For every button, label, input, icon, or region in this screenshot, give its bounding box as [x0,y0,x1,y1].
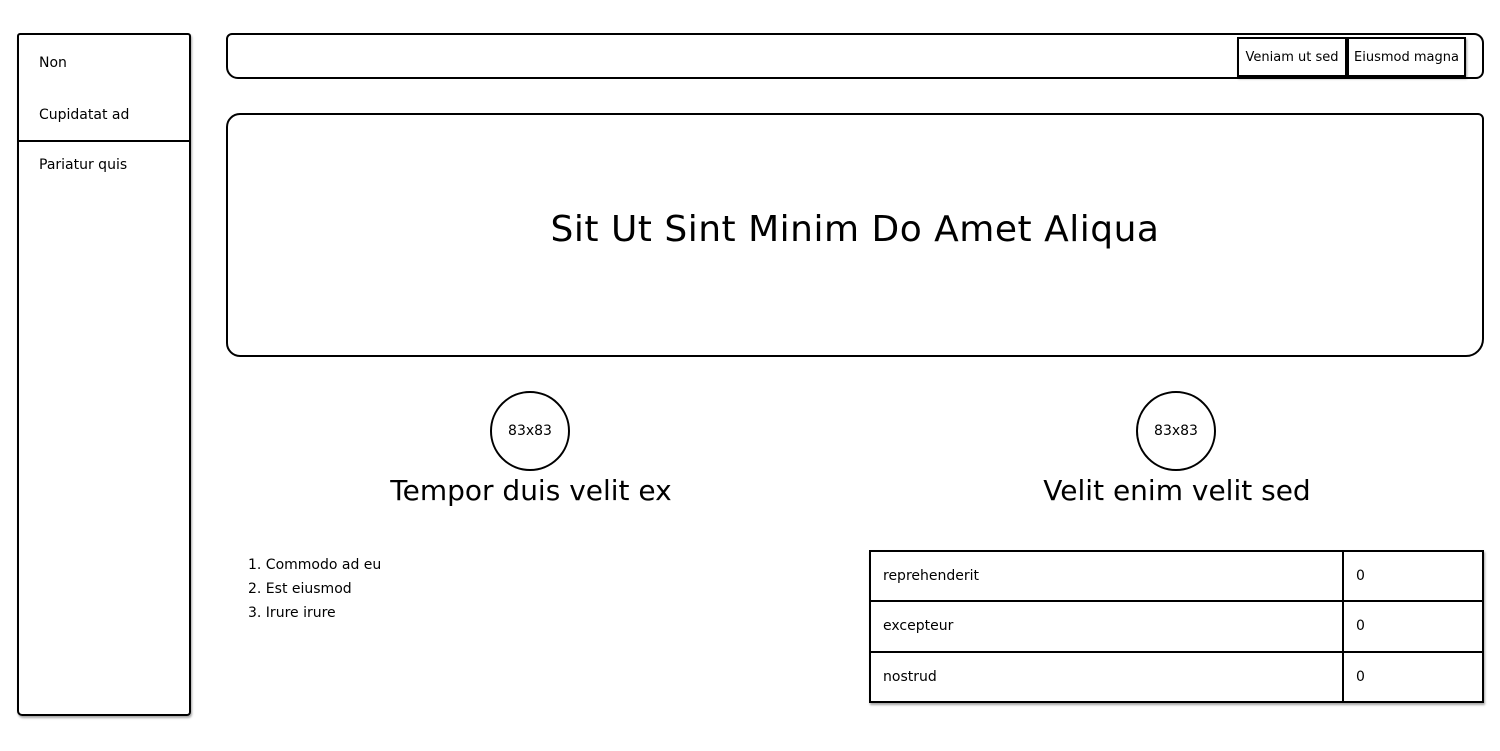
data-table: reprehenderit 0 excepteur 0 nostrud 0 [869,549,1484,704]
feature-image-placeholder: 83x83 [1136,391,1216,471]
table-cell-value: 0 [1342,650,1484,704]
list-item: 3. Irure irure [248,605,336,621]
top-navbar: Veniam ut sed Eiusmod magna [226,33,1484,79]
eiusmod-magna-button[interactable]: Eiusmod magna [1347,37,1466,77]
table-row: reprehenderit 0 [869,549,1484,603]
table-row: excepteur 0 [869,600,1484,653]
hero-banner: Sit Ut Sint Minim Do Amet Aliqua [226,113,1484,357]
ordered-list: 1. Commodo ad eu 2. Est eiusmod 3. Irure… [248,553,381,625]
table-cell-value: 0 [1342,600,1484,653]
table-cell-value: 0 [1342,549,1484,603]
sidebar-item-pariatur-quis[interactable]: Pariatur quis [39,157,127,173]
veniam-ut-sed-button[interactable]: Veniam ut sed [1237,37,1347,77]
table-cell-name: excepteur [869,600,1344,653]
feature-title: Tempor duis velit ex [390,474,672,507]
sidebar-item-cupidatat-ad[interactable]: Cupidatat ad [39,107,129,123]
image-size-label: 83x83 [508,423,552,439]
feature-title: Velit enim velit sed [1043,474,1311,507]
list-item: 1. Commodo ad eu [248,557,382,573]
sidebar-item-non[interactable]: Non [39,55,67,71]
feature-image-placeholder: 83x83 [490,391,570,471]
sidebar: Non Cupidatat ad Pariatur quis [17,33,191,716]
table-cell-name: nostrud [869,650,1344,704]
hero-title: Sit Ut Sint Minim Do Amet Aliqua [550,208,1160,250]
table-row: nostrud 0 [869,650,1484,704]
sidebar-divider [19,140,189,142]
table-cell-name: reprehenderit [869,549,1344,603]
image-size-label: 83x83 [1154,423,1198,439]
list-item: 2. Est eiusmod [248,581,352,597]
